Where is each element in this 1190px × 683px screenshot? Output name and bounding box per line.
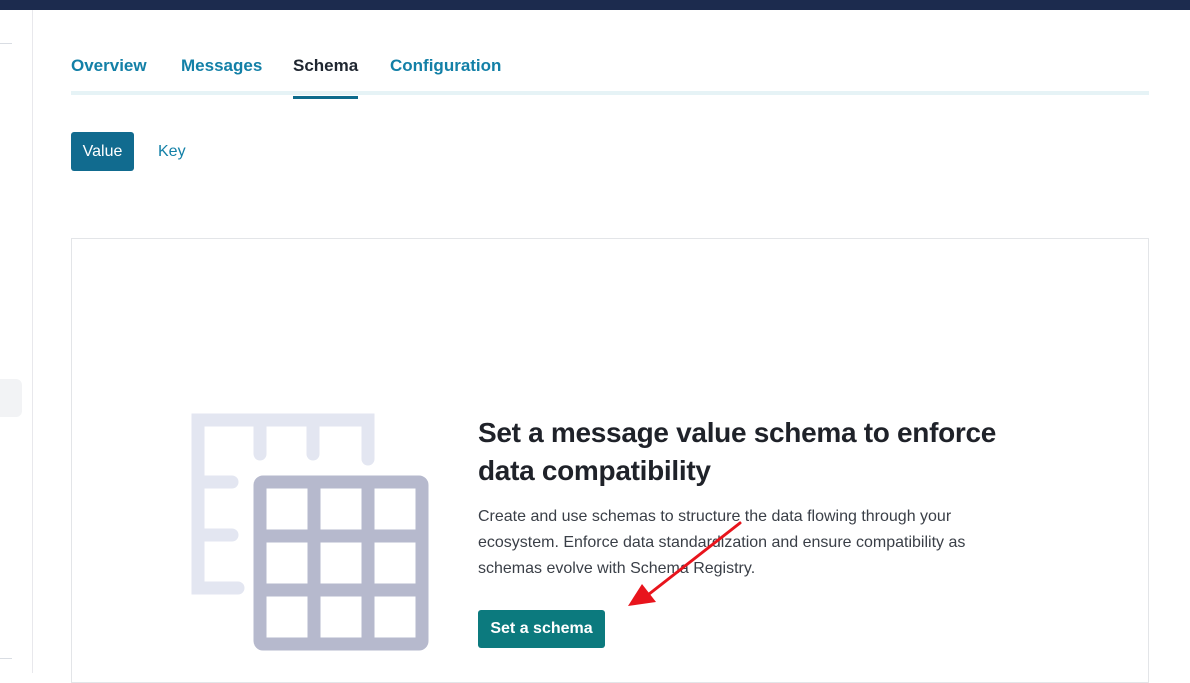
sidebar-item[interactable] [0,379,22,417]
top-nav-bar [0,0,1190,10]
set-schema-button[interactable]: Set a schema [478,610,605,648]
sidebar-divider [0,658,12,659]
topic-tabs: Overview Messages Schema Configuration [71,56,1149,99]
tab-configuration[interactable]: Configuration [390,56,501,95]
sidebar-divider [0,43,12,44]
value-toggle-button[interactable]: Value [71,132,134,171]
key-toggle-button[interactable]: Key [158,132,186,171]
left-sidebar [0,10,33,673]
table-grid-icon [191,413,429,651]
tab-schema[interactable]: Schema [293,56,359,99]
empty-state-title: Set a message value schema to enforce da… [478,417,997,486]
red-arrow-icon [628,521,742,606]
tab-messages[interactable]: Messages [181,56,262,95]
tab-overview[interactable]: Overview [71,56,147,95]
